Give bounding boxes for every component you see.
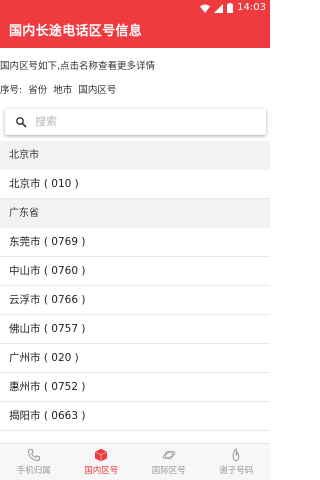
- list-item-dongguan[interactable]: 东莞市 ( 0769 ): [0, 228, 270, 257]
- column-province-label: 省份: [28, 85, 48, 96]
- nav-special-numbers-label: 谢子号码: [219, 466, 254, 476]
- status-time: 14:03: [237, 2, 266, 13]
- wifi-icon: [200, 4, 211, 13]
- nav-international-codes[interactable]: 国际区号: [135, 444, 203, 480]
- planet-icon: [162, 450, 176, 460]
- list-item-huizhou[interactable]: 惠州市 ( 0752 ): [0, 373, 270, 402]
- page-title: 国内长途电话区号信息: [9, 24, 143, 39]
- column-city-label: 地市: [53, 85, 73, 96]
- list-item-beijing[interactable]: 北京市 ( 010 ): [0, 170, 270, 199]
- section-header-beijing: 北京市: [0, 141, 270, 170]
- nav-special-numbers[interactable]: 谢子号码: [203, 444, 271, 480]
- battery-icon: [227, 3, 234, 13]
- search-placeholder: 搜索: [35, 115, 57, 128]
- cube-icon: [95, 448, 108, 462]
- status-icons: 14:03: [200, 2, 266, 14]
- app-bar: 国内长途电话区号信息: [0, 16, 270, 48]
- nav-domestic-codes[interactable]: 国内区号: [68, 444, 136, 480]
- list-item-guangzhou[interactable]: 广州市 ( 020 ): [0, 344, 270, 373]
- list-item-jieyang[interactable]: 揭阳市 ( 0663 ): [0, 402, 270, 431]
- intro-text: 国内区号如下,点击名称查看更多详情: [0, 61, 156, 72]
- column-index-label: 序号:: [0, 85, 23, 96]
- signal-icon: [214, 3, 224, 13]
- area-code-list[interactable]: 北京市 北京市 ( 010 ) 广东省 东莞市 ( 0769 ) 中山市 ( 0…: [0, 141, 270, 431]
- status-bar: 14:03: [0, 0, 270, 16]
- column-legend: 序号: 省份 地市 国内区号: [0, 84, 119, 97]
- list-item-yunfu[interactable]: 云浮市 ( 0766 ): [0, 286, 270, 315]
- list-item-foshan[interactable]: 佛山市 ( 0757 ): [0, 315, 270, 344]
- bottom-nav: 手机归属 国内区号 国际区号 谢子号码: [0, 443, 270, 480]
- flame-icon: [232, 448, 240, 462]
- nav-phone-lookup[interactable]: 手机归属: [0, 444, 68, 480]
- nav-phone-lookup-label: 手机归属: [16, 466, 51, 476]
- nav-domestic-codes-label: 国内区号: [84, 466, 119, 476]
- list-item-zhongshan[interactable]: 中山市 ( 0760 ): [0, 257, 270, 286]
- search-icon: [16, 117, 27, 128]
- nav-international-codes-label: 国际区号: [151, 466, 186, 476]
- search-input[interactable]: 搜索: [5, 109, 266, 135]
- phone-icon: [27, 449, 40, 462]
- column-code-label: 国内区号: [78, 85, 117, 96]
- section-header-guangdong: 广东省: [0, 199, 270, 228]
